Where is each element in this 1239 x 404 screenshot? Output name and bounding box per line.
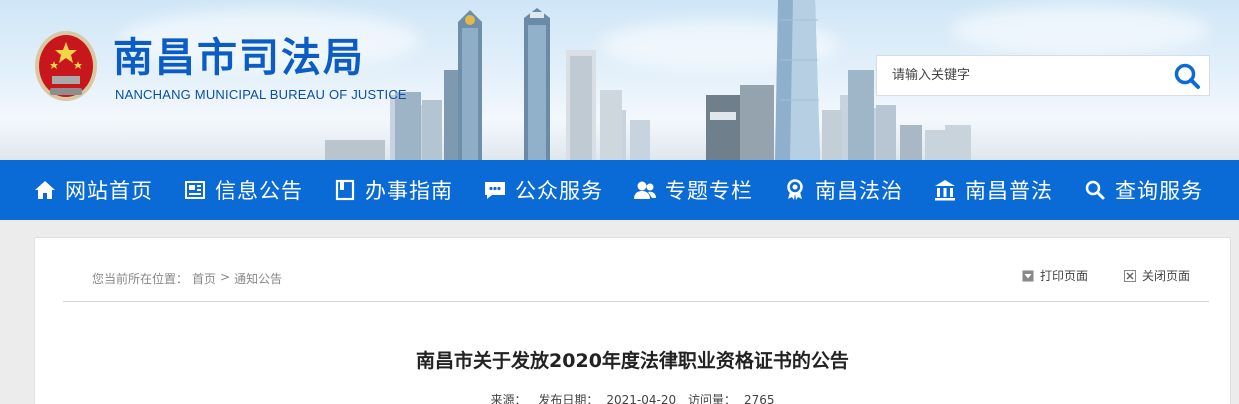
site-subtitle: NANCHANG MUNICIPAL BUREAU OF JUSTICE bbox=[115, 87, 407, 102]
police-emblem-logo bbox=[35, 31, 97, 101]
print-icon bbox=[1022, 270, 1034, 281]
users-icon bbox=[633, 178, 657, 202]
breadcrumb-prefix: 您当前所在位置： bbox=[92, 272, 189, 286]
article-meta: 来源： 发布日期： 2021-04-20 访问量： 2765 bbox=[35, 391, 1230, 404]
breadcrumb: 您当前所在位置： 首页 > 通知公告 bbox=[92, 270, 282, 287]
nav-item-guide[interactable]: 办事指南 bbox=[333, 160, 453, 220]
nav-label: 南昌普法 bbox=[965, 179, 1053, 203]
nav-item-query-service[interactable]: 查询服务 bbox=[1083, 160, 1203, 220]
article-title: 南昌市关于发放2020年度法律职业资格证书的公告 bbox=[416, 350, 849, 372]
book-icon bbox=[333, 178, 357, 202]
nav-item-legal-education[interactable]: 南昌普法 bbox=[933, 160, 1053, 220]
home-icon bbox=[33, 178, 57, 202]
nav-item-public-service[interactable]: 公众服务 bbox=[483, 160, 603, 220]
page-tools: 打印页面 关闭页面 bbox=[1022, 267, 1190, 284]
nav-item-special-topics[interactable]: 专题专栏 bbox=[633, 160, 753, 220]
search-input[interactable] bbox=[877, 56, 1167, 95]
breadcrumb-home-link[interactable]: 首页 bbox=[192, 270, 216, 287]
nav-item-notices[interactable]: 信息公告 bbox=[183, 160, 303, 220]
publish-date: 2021-04-20 bbox=[606, 393, 677, 404]
breadcrumb-separator: > bbox=[220, 270, 231, 284]
nav-item-rule-of-law[interactable]: 南昌法治 bbox=[783, 160, 903, 220]
nav-label: 查询服务 bbox=[1115, 179, 1203, 203]
divider bbox=[63, 301, 1209, 302]
nav-label: 专题专栏 bbox=[665, 179, 753, 203]
print-page-label: 打印页面 bbox=[1039, 269, 1088, 283]
close-page-label: 关闭页面 bbox=[1141, 269, 1190, 283]
date-label: 发布日期： bbox=[538, 393, 599, 404]
close-page-button[interactable]: 关闭页面 bbox=[1123, 267, 1190, 284]
newspaper-icon bbox=[183, 178, 207, 202]
nav-label: 信息公告 bbox=[215, 179, 303, 203]
article-panel: 您当前所在位置： 首页 > 通知公告 打印页面 关闭页面 南昌市关于发放2020… bbox=[34, 237, 1231, 404]
site-header: 南昌市司法局 NANCHANG MUNICIPAL BUREAU OF JUST… bbox=[0, 0, 1239, 160]
print-page-button[interactable]: 打印页面 bbox=[1022, 267, 1088, 284]
nav-label: 公众服务 bbox=[515, 179, 603, 203]
search-icon bbox=[1083, 178, 1107, 202]
source-label: 来源： bbox=[490, 393, 527, 404]
nav-item-home[interactable]: 网站首页 bbox=[33, 160, 153, 220]
breadcrumb-current-link[interactable]: 通知公告 bbox=[234, 270, 282, 287]
ribbon-icon bbox=[783, 178, 807, 202]
search-icon[interactable] bbox=[1173, 62, 1201, 90]
institution-icon bbox=[933, 178, 957, 202]
chat-icon bbox=[483, 178, 507, 202]
view-count: 2765 bbox=[743, 393, 775, 404]
nav-label: 办事指南 bbox=[365, 179, 453, 203]
main-nav: 网站首页 信息公告 办事指南 公众服务 专题专栏 南昌法治 南昌普法 查询服务 bbox=[0, 160, 1239, 220]
views-label: 访问量： bbox=[687, 393, 736, 404]
close-icon bbox=[1123, 269, 1136, 282]
site-title: 南昌市司法局 bbox=[113, 35, 365, 81]
search-box bbox=[876, 55, 1210, 96]
nav-label: 南昌法治 bbox=[815, 179, 903, 203]
nav-label: 网站首页 bbox=[65, 179, 153, 203]
